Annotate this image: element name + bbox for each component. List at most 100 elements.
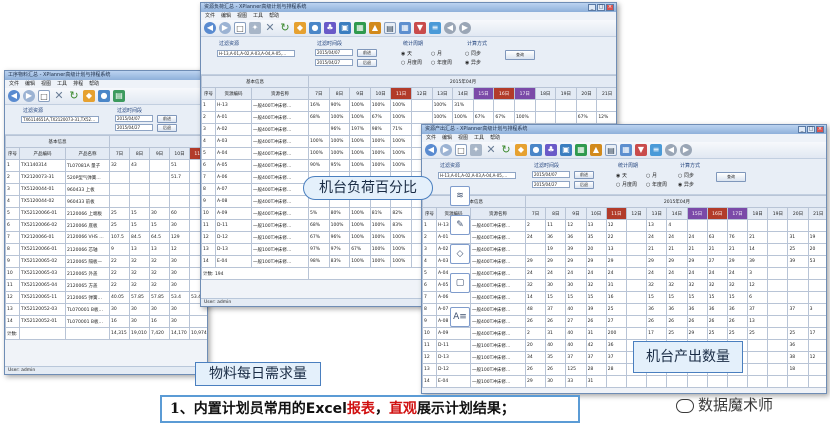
forward2-icon[interactable]: ▶	[459, 22, 471, 34]
table-row[interactable]: 4 A-03 一般400T冲床修… 29 29 29 29 29 29 29 29 27 29 39 39 5…	[422, 255, 826, 268]
table-row[interactable]: 12 D-13 一般100T冲床修… 34 35 37 37 37 38 12	[422, 351, 826, 364]
table-row[interactable]: 2 A-01 一般400T冲床修… 24 36 36 35 22 24 24 24 63 76 21 31 1…	[422, 231, 826, 244]
forward-icon[interactable]: ▶	[23, 90, 35, 102]
close-window-button[interactable]: ×	[816, 126, 824, 133]
backward-button[interactable]: 后退	[357, 59, 377, 67]
refresh-icon[interactable]: ↻	[500, 144, 512, 156]
end-date-input[interactable]: 2015/04/27	[532, 181, 570, 188]
backward-button[interactable]: 后退	[574, 181, 594, 189]
menu-tools[interactable]: 工具	[253, 13, 263, 19]
table-row[interactable]: 7 TX2120066-01 2120066 VHS … 107.5 84.5 64.5 1…	[5, 231, 207, 244]
radio-day[interactable]: ◉ 天	[401, 50, 412, 57]
radio-month[interactable]: ○ 月	[431, 50, 442, 57]
radio-sync[interactable]: ○ 同步	[465, 50, 481, 57]
radio-week-of-year[interactable]: ○ 年度周	[431, 59, 452, 66]
table-row[interactable]: 2 A-01 一般400T冲床修… 68% 100% 100% 67% 100% 100% 100…	[201, 111, 616, 124]
menu-file[interactable]: 文件	[205, 13, 215, 19]
query-button[interactable]: 查询	[505, 50, 535, 60]
new-icon[interactable]: □	[455, 144, 467, 156]
radio-week-of-month[interactable]: ○ 月度周	[401, 59, 422, 66]
radio-week-of-month[interactable]: ○ 月度周	[616, 181, 637, 188]
close-window-button[interactable]: ×	[606, 4, 614, 11]
start-date-input[interactable]: 2015/04/07	[315, 49, 353, 56]
settings-icon[interactable]: ✦	[470, 144, 482, 156]
menu-help[interactable]: 帮助	[269, 13, 279, 19]
filter-resource-input[interactable]: H-13,A-01,A-02,A-03,A-04,A-05,…	[217, 50, 295, 57]
back-icon[interactable]: ◀	[204, 22, 216, 34]
table-row[interactable]: 11 TX52120065-04 2120065 方盖 22 32 32 30	[5, 279, 207, 292]
users-icon[interactable]: ●	[98, 90, 110, 102]
radio-day[interactable]: ◉ 天	[616, 172, 627, 179]
fill-palette-icon[interactable]: ◇	[450, 244, 470, 264]
radio-sync[interactable]: ○ 同步	[678, 172, 694, 179]
refresh-icon[interactable]: ↻	[279, 22, 291, 34]
filter-icon[interactable]: ▼	[635, 144, 647, 156]
forward-icon[interactable]: ▶	[440, 144, 452, 156]
minimize-button[interactable]: _	[588, 4, 596, 11]
maximize-button[interactable]: □	[597, 4, 605, 11]
border-palette-icon[interactable]: ▢	[450, 273, 470, 293]
table-row[interactable]: 14 TX52120052-01 TL070001 B板… 16 30 16 30	[5, 315, 207, 328]
end-date-input[interactable]: 2015/04/27	[315, 59, 353, 66]
report-icon[interactable]: ▤	[384, 22, 396, 34]
table-row[interactable]: 12 TX52120065-11 2120065 弹簧… 40.05 57.85 57.8…	[5, 291, 207, 304]
radio-month[interactable]: ○ 月	[646, 172, 657, 179]
table-row[interactable]: 10 TX52120065-03 2120065 外盖 22 32 32 30	[5, 267, 207, 280]
table-row[interactable]: 10 A-09 一般400T冲床修… 2 31 40 31 200 17 25 29 25 25 25 25…	[422, 327, 826, 340]
filter-resource-input[interactable]: H-13,A-01,A-02,A-03,A-04,A-05,…	[438, 172, 516, 179]
brush-palette-icon[interactable]: ✎	[450, 215, 470, 235]
grid-icon[interactable]: ▦	[399, 22, 411, 34]
menu-file[interactable]: 文件	[426, 135, 436, 141]
table-row[interactable]: 8 TX52120066-01 2120066 芯轴 9 13 13 12	[5, 243, 207, 256]
machine-icon[interactable]: ▣	[339, 22, 351, 34]
back2-icon[interactable]: ◀	[444, 22, 456, 34]
backward-button[interactable]: 后退	[157, 124, 177, 132]
machine-icon[interactable]: ▣	[560, 144, 572, 156]
menu-edit[interactable]: 编辑	[25, 81, 35, 87]
menu-view[interactable]: 视图	[458, 135, 468, 141]
menu-schedule[interactable]: 排程	[73, 81, 83, 87]
refresh-icon[interactable]: ↻	[68, 90, 80, 102]
forward2-icon[interactable]: ▶	[680, 144, 692, 156]
menu-edit[interactable]: 编辑	[221, 13, 231, 19]
new-icon[interactable]: □	[38, 90, 50, 102]
table-row[interactable]: 1 H-13 一般400T冲床修… 2 11 12 13 12 13 4	[422, 219, 826, 232]
table-row[interactable]: 2 TX2120073-31 520P型气弹簧… 51.7	[5, 171, 207, 184]
table-row[interactable]: 3 TX5120044-01 960433 上板	[5, 183, 207, 196]
filter-icon[interactable]: ▼	[414, 22, 426, 34]
menu-view[interactable]: 视图	[41, 81, 51, 87]
table-row[interactable]: 5 TX52120066-01 2120066 上端板 25 15 30 60	[5, 207, 207, 220]
close-icon[interactable]: ✕	[264, 22, 276, 34]
tree-icon[interactable]: ♣	[545, 144, 557, 156]
radio-async[interactable]: ◉ 异步	[465, 59, 481, 66]
menu-tools[interactable]: 工具	[474, 135, 484, 141]
table-row[interactable]: 7 A-06 一般400T冲床修… 14 15 15 15 16 15 15 15 15 15 6	[422, 291, 826, 304]
tree-icon[interactable]: ♣	[324, 22, 336, 34]
end-date-input[interactable]: 2015/04/27	[115, 124, 153, 131]
close-icon[interactable]: ✕	[485, 144, 497, 156]
maximize-button[interactable]: □	[807, 126, 815, 133]
report-icon[interactable]: ▤	[605, 144, 617, 156]
table-row[interactable]: 4 TX5120044-02 960433 前板	[5, 195, 207, 208]
export-icon[interactable]: ▦	[575, 144, 587, 156]
gantt-icon[interactable]: ≡	[650, 144, 662, 156]
layers-palette-icon[interactable]: ≋	[450, 186, 470, 206]
radio-week-of-year[interactable]: ○ 年度周	[646, 181, 667, 188]
lock-icon[interactable]: ▲	[590, 144, 602, 156]
close-icon[interactable]: ✕	[53, 90, 65, 102]
gantt-icon[interactable]: ≡	[429, 22, 441, 34]
table-row[interactable]: 13 TX52120052-03 TL070001 B板… 30 30 30 30	[5, 303, 207, 316]
new-icon[interactable]: □	[234, 22, 246, 34]
start-date-input[interactable]: 2015/04/07	[115, 115, 153, 122]
menu-tools[interactable]: 工具	[57, 81, 67, 87]
table-row[interactable]: 9 TX52120065-02 2120065 隔板— 22 32 32 30	[5, 255, 207, 268]
lock-icon[interactable]: ▲	[369, 22, 381, 34]
radio-async[interactable]: ◉ 异步	[678, 181, 694, 188]
forward-button[interactable]: 前进	[157, 115, 177, 123]
forward-icon[interactable]: ▶	[219, 22, 231, 34]
table-row[interactable]: 1 H-13 一般400T冲床修… 16% 90% 100% 100% 100% 100% 31%	[201, 99, 616, 112]
forward-button[interactable]: 前进	[574, 171, 594, 179]
table-row[interactable]: 9 A-08 一般400T冲床修… 26 26 27 26 27 26 26 26 26 26 13	[422, 315, 826, 328]
table-row[interactable]: 11 D-11 一般100T冲床修… 20 40 40 42 36 36	[422, 339, 826, 352]
back-icon[interactable]: ◀	[425, 144, 437, 156]
